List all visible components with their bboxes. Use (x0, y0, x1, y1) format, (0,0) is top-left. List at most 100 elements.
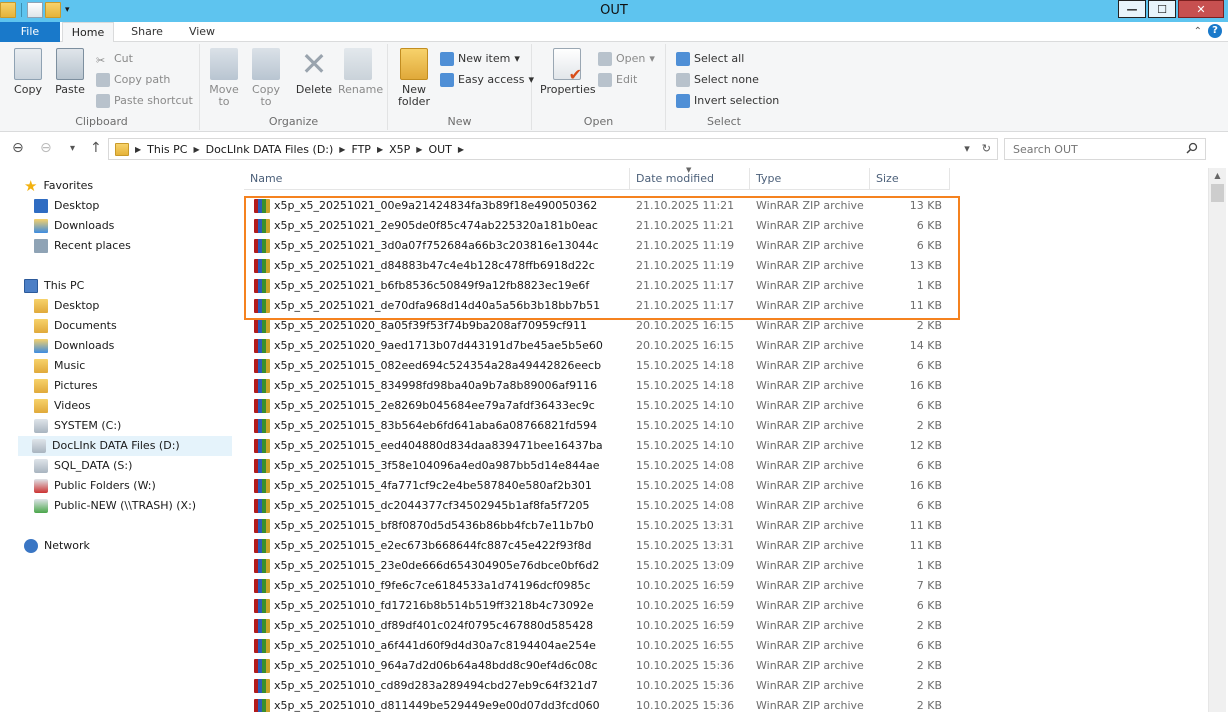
column-type[interactable]: Type (750, 168, 870, 190)
breadcrumb-separator-icon[interactable]: ▶ (135, 145, 141, 154)
cut-button[interactable]: ✂ Cut (96, 50, 133, 68)
back-button[interactable]: ⊖ (12, 140, 24, 156)
copy-button[interactable]: Copy (8, 48, 48, 96)
new-folder-button[interactable]: New folder (394, 48, 434, 108)
tab-file[interactable]: File (0, 22, 60, 42)
breadcrumb-ftp[interactable]: FTP (351, 143, 371, 156)
nav-pc-documents[interactable]: Documents (34, 316, 117, 336)
file-row[interactable]: x5p_x5_20251015_082eed694c524354a28a4944… (244, 356, 950, 376)
nav-drive-d[interactable]: DocLInk DATA Files (D:) (18, 436, 232, 456)
nav-drive-x[interactable]: Public-NEW (\\TRASH) (X:) (34, 496, 196, 516)
paste-shortcut-button[interactable]: Paste shortcut (96, 92, 193, 110)
minimize-button[interactable]: — (1118, 0, 1146, 18)
file-row[interactable]: x5p_x5_20251010_964a7d2d06b64a48bdd8c90e… (244, 656, 950, 676)
file-row[interactable]: x5p_x5_20251015_dc2044377cf34502945b1af8… (244, 496, 950, 516)
breadcrumb-separator-icon[interactable]: ▶ (339, 145, 345, 154)
file-row[interactable]: x5p_x5_20251021_3d0a07f752684a66b3c20381… (244, 236, 950, 256)
file-row[interactable]: x5p_x5_20251015_23e0de666d654304905e76db… (244, 556, 950, 576)
file-row[interactable]: x5p_x5_20251015_bf8f0870d5d5436b86bb4fcb… (244, 516, 950, 536)
tab-home[interactable]: Home (62, 22, 114, 43)
file-row[interactable]: x5p_x5_20251015_4fa771cf9c2e4be587840e58… (244, 476, 950, 496)
file-row[interactable]: x5p_x5_20251021_00e9a21424834fa3b89f18e4… (244, 196, 950, 216)
refresh-icon[interactable]: ↻ (982, 142, 991, 155)
file-row[interactable]: x5p_x5_20251021_de70dfa968d14d40a5a56b3b… (244, 296, 950, 316)
file-type: WinRAR ZIP archive (756, 519, 864, 532)
file-row[interactable]: x5p_x5_20251021_2e905de0f85c474ab225320a… (244, 216, 950, 236)
file-row[interactable]: x5p_x5_20251015_3f58e104096a4ed0a987bb5d… (244, 456, 950, 476)
breadcrumb-separator-icon[interactable]: ▶ (458, 145, 464, 154)
file-row[interactable]: x5p_x5_20251015_83b564eb6fd641aba6a08766… (244, 416, 950, 436)
tab-view[interactable]: View (182, 22, 222, 42)
breadcrumb-separator-icon[interactable]: ▶ (193, 145, 199, 154)
help-icon[interactable]: ? (1208, 24, 1222, 38)
properties-button[interactable]: Properties (540, 48, 596, 96)
delete-button[interactable]: ✕ Delete (294, 48, 334, 96)
scrollbar-thumb[interactable] (1211, 184, 1224, 202)
file-row[interactable]: x5p_x5_20251021_b6fb8536c50849f9a12fb882… (244, 276, 950, 296)
nav-drive-w[interactable]: Public Folders (W:) (34, 476, 156, 496)
rename-button[interactable]: Rename (338, 48, 383, 96)
maximize-button[interactable]: ☐ (1148, 0, 1176, 18)
breadcrumb-x5p[interactable]: X5P (389, 143, 410, 156)
search-input[interactable] (1004, 138, 1206, 160)
breadcrumb-this-pc[interactable]: This PC (147, 143, 187, 156)
vertical-scrollbar[interactable]: ▲ (1208, 168, 1226, 712)
scroll-up-icon[interactable]: ▲ (1209, 168, 1226, 184)
copy-to-label: Copy to (252, 83, 280, 108)
select-all-button[interactable]: Select all (676, 50, 744, 68)
minimize-ribbon-icon[interactable]: ⌃ (1194, 26, 1202, 37)
address-history-dropdown-icon[interactable]: ▾ (964, 142, 970, 155)
new-item-button[interactable]: New item ▾ (440, 50, 520, 68)
file-row[interactable]: x5p_x5_20251020_9aed1713b07d443191d7be45… (244, 336, 950, 356)
nav-pc-desktop[interactable]: Desktop (34, 296, 99, 316)
select-none-button[interactable]: Select none (676, 71, 759, 89)
easy-access-button[interactable]: Easy access ▾ (440, 71, 534, 89)
address-bar[interactable]: ▶ This PC ▶ DocLInk DATA Files (D:) ▶ FT… (108, 138, 998, 160)
file-row[interactable]: x5p_x5_20251015_e2ec673b668644fc887c45e4… (244, 536, 950, 556)
breadcrumb-separator-icon[interactable]: ▶ (377, 145, 383, 154)
paste-button[interactable]: Paste (50, 48, 90, 96)
file-row[interactable]: x5p_x5_20251015_834998fd98ba40a9b7a8b890… (244, 376, 950, 396)
navigation-pane: ★ Favorites Desktop Downloads Recent pla… (0, 168, 236, 712)
edit-button[interactable]: Edit (598, 71, 637, 89)
close-button[interactable]: ✕ (1178, 0, 1224, 18)
copy-path-button[interactable]: Copy path (96, 71, 170, 89)
invert-selection-button[interactable]: Invert selection (676, 92, 779, 110)
file-row[interactable]: x5p_x5_20251010_cd89d283a289494cbd27eb9c… (244, 676, 950, 696)
file-row[interactable]: x5p_x5_20251015_eed404880d834daa839471be… (244, 436, 950, 456)
nav-favorites[interactable]: ★ Favorites (24, 176, 93, 196)
copy-to-button[interactable]: Copy to (246, 48, 286, 108)
file-row[interactable]: x5p_x5_20251021_d84883b47c4e4b128c478ffb… (244, 256, 950, 276)
nav-fav-recent[interactable]: Recent places (34, 236, 131, 256)
forward-button[interactable]: ⊖ (40, 140, 52, 156)
file-row[interactable]: x5p_x5_20251010_a6f441d60f9d4d30a7c81944… (244, 636, 950, 656)
nav-this-pc[interactable]: This PC (24, 276, 84, 296)
nav-pc-videos[interactable]: Videos (34, 396, 91, 416)
tab-share[interactable]: Share (124, 22, 170, 42)
file-name: x5p_x5_20251015_dc2044377cf34502945b1af8… (274, 499, 590, 512)
file-row[interactable]: x5p_x5_20251010_d811449be529449e9e00d07d… (244, 696, 950, 712)
breadcrumb-drive-d[interactable]: DocLInk DATA Files (D:) (206, 143, 334, 156)
file-row[interactable]: x5p_x5_20251015_2e8269b045684ee79a7afdf3… (244, 396, 950, 416)
open-button[interactable]: Open ▾ (598, 50, 655, 68)
recent-locations-icon[interactable]: ▾ (70, 143, 75, 154)
column-name[interactable]: Name (244, 168, 630, 190)
breadcrumb-separator-icon[interactable]: ▶ (416, 145, 422, 154)
file-row[interactable]: x5p_x5_20251010_f9fe6c7ce6184533a1d74196… (244, 576, 950, 596)
nav-drive-c[interactable]: SYSTEM (C:) (34, 416, 121, 436)
move-to-button[interactable]: Move to (204, 48, 244, 108)
column-size[interactable]: Size (870, 168, 950, 190)
nav-pc-downloads[interactable]: Downloads (34, 336, 114, 356)
nav-fav-desktop[interactable]: Desktop (34, 196, 99, 216)
nav-fav-downloads[interactable]: Downloads (34, 216, 114, 236)
nav-pc-pictures[interactable]: Pictures (34, 376, 98, 396)
breadcrumb-out[interactable]: OUT (428, 143, 451, 156)
up-button[interactable]: ↑ (90, 140, 102, 156)
nav-pc-music[interactable]: Music (34, 356, 85, 376)
nav-drive-s[interactable]: SQL_DATA (S:) (34, 456, 132, 476)
nav-network[interactable]: Network (24, 536, 90, 556)
file-row[interactable]: x5p_x5_20251010_df89df401c024f0795c46788… (244, 616, 950, 636)
file-row[interactable]: x5p_x5_20251010_fd17216b8b514b519ff3218b… (244, 596, 950, 616)
search-icon[interactable] (1186, 142, 1198, 154)
file-row[interactable]: x5p_x5_20251020_8a05f39f53f74b9ba208af70… (244, 316, 950, 336)
